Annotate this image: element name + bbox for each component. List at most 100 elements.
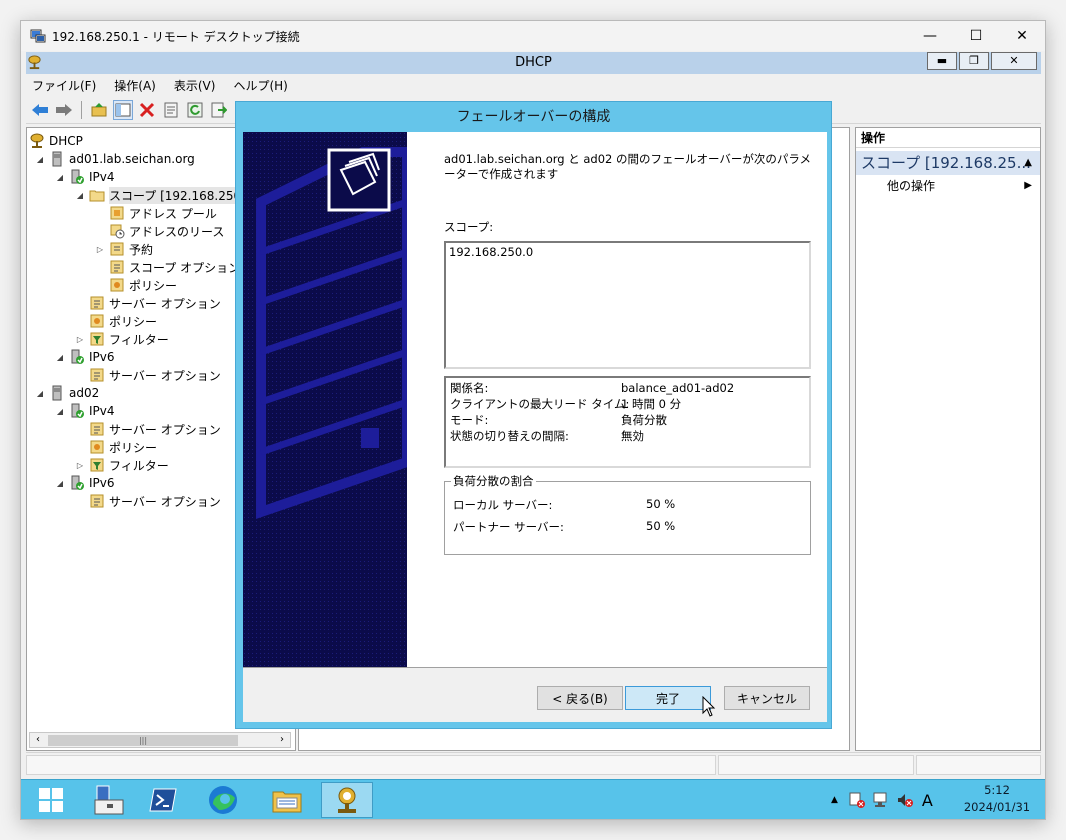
scope-list-item[interactable]: 192.168.250.0 xyxy=(449,245,806,259)
properties-icon[interactable] xyxy=(161,100,181,120)
action-more-actions[interactable]: 他の操作 ▶ xyxy=(856,175,1040,197)
ime-indicator[interactable]: A xyxy=(922,791,933,810)
collapse-icon[interactable]: ◢ xyxy=(55,173,65,182)
network-icon[interactable] xyxy=(872,791,890,809)
options-icon xyxy=(110,260,124,274)
menu-action[interactable]: 操作(A) xyxy=(105,77,165,94)
tree-item-filters-2[interactable]: ▷ フィルター xyxy=(75,456,169,474)
delete-icon[interactable] xyxy=(137,100,157,120)
tree-item-policies-2[interactable]: ポリシー xyxy=(89,438,157,456)
tree-item-server2[interactable]: ◢ ad02 xyxy=(35,384,99,402)
tree-item-address-pool[interactable]: アドレス プール xyxy=(109,204,217,222)
tree-item-server-options-2[interactable]: サーバー オプション xyxy=(89,420,221,438)
export-icon[interactable] xyxy=(209,100,229,120)
tree-item-ipv6-2[interactable]: ◢ IPv6 xyxy=(55,474,115,492)
volume-muted-icon[interactable] xyxy=(896,791,914,809)
cancel-button[interactable]: キャンセル xyxy=(724,686,810,710)
tree-item-server-options-1[interactable]: サーバー オプション xyxy=(89,294,221,312)
action-section-scope[interactable]: スコープ [192.168.25... ▲ xyxy=(856,151,1040,175)
wizard-title: フェールオーバーの構成 xyxy=(456,109,611,125)
filter-icon xyxy=(90,458,104,472)
taskbar-edge[interactable] xyxy=(197,782,249,818)
forward-icon[interactable] xyxy=(54,100,74,120)
action-pane-header: 操作 xyxy=(856,128,1040,148)
address-pool-icon xyxy=(110,206,124,220)
expand-icon[interactable]: ▷ xyxy=(75,335,85,344)
tree-item-ipv4-2[interactable]: ◢ IPv4 xyxy=(55,402,115,420)
local-server-percent: 50 % xyxy=(646,497,676,511)
tree-item-policies-1[interactable]: ポリシー xyxy=(89,312,157,330)
tree-item-filters-1[interactable]: ▷ フィルター xyxy=(75,330,169,348)
back-icon[interactable] xyxy=(30,100,50,120)
failover-wizard-dialog: フェールオーバーの構成 ad01.lab.seichan.org と ad02 … xyxy=(235,101,832,729)
taskbar-file-explorer[interactable] xyxy=(261,782,313,818)
rdp-window: 192.168.250.1 - リモート デスクトップ接続 — ☐ ✕ DHCP… xyxy=(20,20,1046,820)
minimize-button[interactable]: — xyxy=(907,21,953,51)
tree-item-ipv4[interactable]: ◢ IPv4 xyxy=(55,168,115,186)
show-hidden-icons[interactable]: ▲ xyxy=(831,795,838,805)
tree-item-server-options-v6-2[interactable]: サーバー オプション xyxy=(89,492,221,510)
mmc-restore-button[interactable]: ❐ xyxy=(959,52,989,70)
scroll-right-icon[interactable]: › xyxy=(274,733,290,747)
collapse-icon[interactable]: ◢ xyxy=(35,155,45,164)
refresh-icon[interactable] xyxy=(185,100,205,120)
system-tray: ▲ A xyxy=(831,780,933,820)
rdp-titlebar: 192.168.250.1 - リモート デスクトップ接続 — ☐ ✕ xyxy=(21,21,1045,51)
tree-item-server-options-v6-1[interactable]: サーバー オプション xyxy=(89,366,221,384)
ipv6-check-icon xyxy=(71,475,84,490)
taskbar-powershell[interactable] xyxy=(137,782,189,818)
up-folder-icon[interactable] xyxy=(89,100,109,120)
tree-horizontal-scrollbar[interactable]: ‹ ||| › xyxy=(29,732,291,748)
tree-item-dhcp[interactable]: DHCP xyxy=(29,132,83,150)
taskbar-server-manager[interactable] xyxy=(83,782,135,818)
scroll-thumb[interactable]: ||| xyxy=(48,735,238,746)
options-icon xyxy=(90,296,104,310)
maximize-button[interactable]: ☐ xyxy=(953,21,999,51)
param-value-mode: 負荷分散 xyxy=(621,413,667,427)
rdp-title: 192.168.250.1 - リモート デスクトップ接続 xyxy=(52,29,300,44)
taskbar-dhcp[interactable] xyxy=(321,782,373,818)
tree-item-ipv6-1[interactable]: ◢ IPv6 xyxy=(55,348,115,366)
menu-file[interactable]: ファイル(F) xyxy=(26,77,105,94)
expand-icon[interactable]: ▷ xyxy=(95,245,105,254)
tree-item-scope-options[interactable]: スコープ オプション xyxy=(109,258,240,276)
load-balance-legend: 負荷分散の割合 xyxy=(451,473,536,489)
menu-help[interactable]: ヘルプ(H) xyxy=(224,77,296,94)
start-button[interactable] xyxy=(25,782,77,818)
dhcp-icon xyxy=(338,787,356,813)
taskbar: ▲ A 5:12 2024/01/31 xyxy=(21,779,1045,819)
security-alert-icon[interactable] xyxy=(848,791,866,809)
tree-item-address-leases[interactable]: アドレスのリース xyxy=(109,222,224,240)
partner-server-percent: 50 % xyxy=(646,519,676,533)
back-button[interactable]: < 戻る(B) xyxy=(537,686,623,710)
menu-view[interactable]: 表示(V) xyxy=(165,77,225,94)
options-icon xyxy=(90,494,104,508)
tree-item-scope-policies[interactable]: ポリシー xyxy=(109,276,177,294)
finish-button[interactable]: 完了 xyxy=(625,686,711,710)
tree-item-server1[interactable]: ◢ ad01.lab.seichan.org xyxy=(35,150,195,168)
collapse-icon[interactable]: ◢ xyxy=(55,407,65,416)
tree-item-scope[interactable]: ◢ スコープ [192.168.250.0 xyxy=(75,186,253,204)
close-button[interactable]: ✕ xyxy=(999,21,1045,51)
collapse-icon[interactable]: ◢ xyxy=(55,479,65,488)
wizard-body: ad01.lab.seichan.org と ad02 の間のフェールオーバーが… xyxy=(243,132,827,722)
statusbar xyxy=(26,752,1041,776)
mmc-close-button[interactable]: ✕ xyxy=(991,52,1037,70)
mmc-titlebar: DHCP ▬ ❐ ✕ xyxy=(26,52,1041,74)
scroll-left-icon[interactable]: ‹ xyxy=(30,733,46,747)
server-manager-icon xyxy=(94,785,124,815)
scope-list[interactable]: 192.168.250.0 xyxy=(444,241,811,369)
taskbar-clock[interactable]: 5:12 2024/01/31 xyxy=(957,782,1037,816)
show-hide-tree-icon[interactable] xyxy=(113,99,133,120)
menubar: ファイル(F) 操作(A) 表示(V) ヘルプ(H) xyxy=(26,74,1041,96)
collapse-icon[interactable]: ◢ xyxy=(75,191,85,200)
status-cell-2 xyxy=(718,755,914,775)
collapse-icon[interactable]: ◢ xyxy=(35,389,45,398)
collapse-icon[interactable]: ◢ xyxy=(55,353,65,362)
expand-icon[interactable]: ▷ xyxy=(75,461,85,470)
edge-icon xyxy=(209,786,237,814)
collapse-up-icon[interactable]: ▲ xyxy=(1024,151,1032,175)
wizard-content: ad01.lab.seichan.org と ad02 の間のフェールオーバーが… xyxy=(407,132,827,667)
mmc-minimize-button[interactable]: ▬ xyxy=(927,52,957,70)
tree-item-reservations[interactable]: ▷ 予約 xyxy=(95,240,153,258)
